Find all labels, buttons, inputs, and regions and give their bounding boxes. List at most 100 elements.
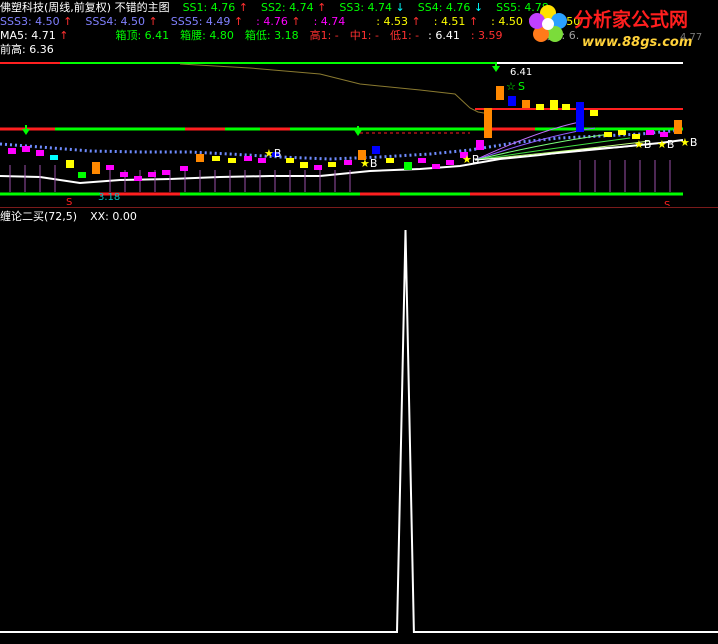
svg-text:★B: ★B: [657, 138, 674, 151]
candle: [562, 104, 570, 110]
header-row-sss: SSS3: 4.50 ↑ SSS4: 4.50 ↑ SSS5: 4.49 ↑ :…: [0, 15, 580, 29]
candle: [508, 96, 516, 106]
sss6-arrow: ↑: [291, 15, 301, 28]
candle: [328, 162, 336, 167]
candle: [244, 156, 252, 161]
sss3-value: 4.50: [35, 15, 60, 28]
candle: [386, 158, 394, 163]
svg-text:★B: ★B: [634, 138, 651, 151]
sss9-arrow: ↑: [468, 15, 479, 28]
chart-title: 佛塑科技(周线,前复权) 不错的主图: [0, 1, 170, 14]
candle: [522, 100, 530, 108]
sss5-label: SSS5:: [170, 15, 203, 28]
candle: [372, 146, 380, 154]
panel-divider: [0, 207, 718, 208]
svg-text:★B: ★B: [462, 153, 479, 166]
candles-group: [8, 86, 682, 181]
candle: [300, 162, 308, 168]
ss3-arrow: ↓: [395, 1, 405, 14]
candle: [78, 172, 86, 178]
ss2-label: SS2:: [260, 1, 286, 14]
sss3-arrow: ↑: [63, 15, 73, 28]
box-low-value: 3.18: [274, 29, 299, 42]
ss2-arrow: ↑: [317, 1, 327, 14]
volume-like-bars: [9, 160, 671, 192]
candle: [404, 162, 412, 170]
sss4-label: SSS4:: [85, 15, 118, 28]
candle: [212, 156, 220, 161]
candle: [8, 148, 16, 154]
box-top-value: 6.41: [144, 29, 170, 42]
candle: [66, 160, 74, 168]
candle: [148, 172, 156, 177]
candle: [418, 158, 426, 163]
candle: [106, 165, 114, 170]
sss9-value: 4.51: [440, 15, 466, 28]
candle: [476, 140, 484, 150]
annotation-red-s-right: S: [664, 200, 670, 206]
candle: [446, 160, 454, 165]
ss1-value: 4.76: [210, 1, 236, 14]
sss6-label: :: [256, 15, 260, 28]
box-mid-value: 4.80: [209, 29, 234, 42]
annotation-low-value: 3.18: [98, 192, 120, 203]
candle: [180, 166, 188, 171]
sss8-label: :: [376, 15, 380, 28]
candle: [36, 150, 44, 156]
ma5-label: MA5:: [0, 29, 28, 42]
svg-text:★B: ★B: [680, 136, 697, 149]
ss1-label: SS1:: [182, 1, 208, 14]
prev-high-value: 6.36: [29, 43, 54, 56]
candle: [286, 158, 294, 163]
ss4-value: 4.76: [445, 1, 471, 14]
box-mid-label: 箱腰:: [180, 29, 206, 42]
ma5-arrow: ↑: [59, 29, 69, 42]
candle: [550, 100, 558, 110]
candle: [484, 108, 492, 138]
ss3-label: SS3:: [339, 1, 365, 14]
olive-trend-line: [179, 63, 491, 115]
watermark: 分析家公式网 www.88gs.com 4.77: [518, 0, 718, 58]
header-row-ma: MA5: 4.71 ↑ 箱顶: 6.41 箱腰: 4.80 箱低: 3.18 高…: [0, 29, 579, 43]
annotation-red-s-left: S: [66, 197, 72, 206]
ss1-arrow: ↑: [238, 1, 248, 14]
candle: [432, 164, 440, 169]
box-top-label: 箱顶:: [115, 29, 142, 42]
candle: [22, 146, 30, 152]
sss10-label: :: [491, 15, 495, 28]
candle: [344, 160, 352, 165]
candle: [660, 132, 668, 137]
sss3-label: SSS3:: [0, 15, 32, 28]
sss8-value: 4.53: [383, 15, 409, 28]
ss4-arrow: ↓: [473, 1, 484, 14]
white-avg-line: [0, 139, 684, 185]
candle: [646, 130, 654, 135]
sss6-value: 4.76: [263, 15, 288, 28]
indicator-chart: [0, 229, 718, 633]
annotation-high-value: 6.41: [510, 67, 532, 78]
candle: [162, 170, 170, 175]
green-down-arrow-icon: [22, 125, 30, 135]
ss3-value: 4.74: [367, 1, 393, 14]
ss4-label: SS4:: [417, 1, 443, 14]
candle: [196, 154, 204, 162]
candle: [228, 158, 236, 163]
watermark-brand: 分析家公式网: [574, 8, 688, 31]
sss7-value: 4.74: [320, 15, 346, 28]
candle: [604, 132, 612, 137]
candle: [536, 104, 544, 110]
sss5-value: 4.49: [205, 15, 231, 28]
candle: [314, 165, 322, 170]
sss7-label: :: [313, 15, 318, 28]
box-low-label: 箱低:: [244, 29, 271, 42]
candle: [590, 110, 598, 116]
main-price-chart: 6.41 3.18 ☆ S S S ★B ★B ★B ★B ★B ★B: [0, 62, 697, 206]
ma5-value: 4.71: [31, 29, 56, 42]
low1-text: 低1: -: [389, 29, 420, 42]
ss2-value: 4.74: [289, 1, 314, 14]
sss4-arrow: ↑: [148, 15, 158, 28]
mid1-text: 中1: -: [349, 29, 379, 42]
v1-text: : 6.41: [428, 29, 460, 42]
candle: [496, 86, 504, 100]
high1-text: 高1: -: [309, 29, 339, 42]
